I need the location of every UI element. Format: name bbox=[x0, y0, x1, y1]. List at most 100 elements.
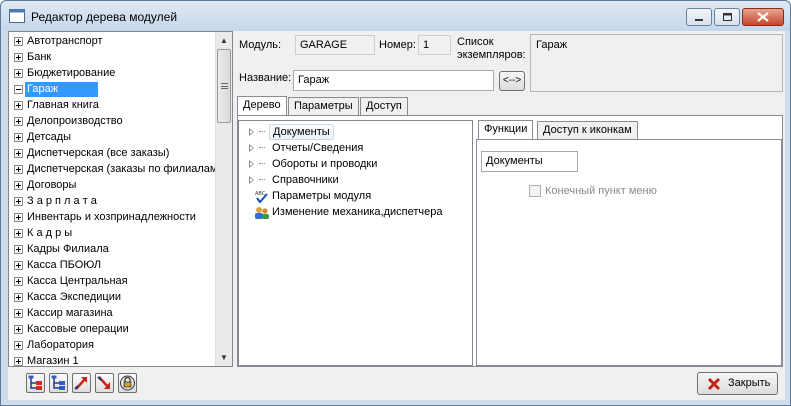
module-list-item-label: Гараж bbox=[25, 82, 99, 97]
module-list[interactable]: Автотранспорт Банк Бюджетирование Гараж Глав… bbox=[8, 31, 233, 367]
module-list-item[interactable]: Гараж bbox=[13, 82, 217, 98]
minimize-button[interactable] bbox=[686, 8, 712, 26]
module-label: Модуль: bbox=[239, 39, 282, 51]
module-list-item[interactable]: З а р п л а т а bbox=[13, 194, 217, 210]
maximize-icon bbox=[723, 13, 732, 21]
tab-functions[interactable]: Функции bbox=[478, 120, 534, 140]
expand-icon[interactable] bbox=[14, 261, 23, 270]
expand-icon[interactable] bbox=[14, 309, 23, 318]
swap-button[interactable]: <--> bbox=[499, 71, 525, 91]
scroll-down-icon[interactable]: ▼ bbox=[216, 349, 232, 366]
tree-node[interactable]: Документы bbox=[249, 124, 464, 141]
tree-node[interactable]: Изменение механика,диспетчера bbox=[249, 205, 464, 221]
module-list-item[interactable]: Кассир магазина bbox=[13, 306, 217, 322]
module-list-item[interactable]: Касса ПБОЮЛ bbox=[13, 258, 217, 274]
module-list-item[interactable]: Диспетчерская (заказы по филиалам bbox=[13, 162, 217, 178]
add-sibling-node-button[interactable] bbox=[49, 373, 68, 393]
close-button-label: Закрыть bbox=[728, 377, 771, 389]
module-list-item-label: З а р п л а т а bbox=[27, 195, 97, 207]
expand-triangle-icon[interactable] bbox=[249, 160, 254, 168]
functions-tab-page: Документы Конечный пункт меню bbox=[476, 139, 782, 366]
module-list-item[interactable]: Бюджетирование bbox=[13, 66, 217, 82]
name-label: Название: bbox=[239, 72, 292, 84]
module-list-item[interactable]: Договоры bbox=[13, 178, 217, 194]
scroll-up-icon[interactable]: ▲ bbox=[216, 32, 232, 49]
tab-icon-access[interactable]: Доступ к иконкам bbox=[537, 121, 638, 139]
window-close-button[interactable] bbox=[742, 8, 784, 26]
expand-icon[interactable] bbox=[14, 133, 23, 142]
main-window: Редактор дерева модулей Автотранспорт Бан… bbox=[0, 0, 791, 406]
function-tree[interactable]: Документы Отчеты/Сведения Обороты и провод… bbox=[238, 120, 473, 366]
expand-icon[interactable] bbox=[14, 149, 23, 158]
move-down-button[interactable] bbox=[95, 373, 114, 393]
expand-icon[interactable] bbox=[14, 197, 23, 206]
expand-icon[interactable] bbox=[14, 53, 23, 62]
expand-icon[interactable] bbox=[14, 165, 23, 174]
tree-node[interactable]: Справочники bbox=[249, 173, 464, 189]
module-list-item[interactable]: К а д р ы bbox=[13, 226, 217, 242]
expand-icon[interactable] bbox=[14, 277, 23, 286]
tree-node[interactable]: Обороты и проводки bbox=[249, 157, 464, 173]
module-list-item[interactable]: Магазин 1 bbox=[13, 354, 217, 366]
module-list-item[interactable]: Кассовые операции bbox=[13, 322, 217, 338]
expand-icon[interactable] bbox=[14, 117, 23, 126]
module-list-item-label: Главная книга bbox=[27, 99, 99, 111]
module-list-item[interactable]: Детсады bbox=[13, 130, 217, 146]
module-list-item[interactable]: Автотранспорт bbox=[13, 34, 217, 50]
maximize-button[interactable] bbox=[714, 8, 740, 26]
module-list-item-label: Автотранспорт bbox=[27, 35, 103, 47]
module-list-items: Автотранспорт Банк Бюджетирование Гараж Глав… bbox=[9, 32, 217, 366]
arrow-up-right-icon bbox=[74, 377, 87, 390]
client-area: Автотранспорт Банк Бюджетирование Гараж Глав… bbox=[8, 31, 785, 400]
expand-triangle-icon[interactable] bbox=[249, 144, 254, 152]
module-list-item[interactable]: Банк bbox=[13, 50, 217, 66]
expand-icon[interactable] bbox=[14, 325, 23, 334]
tab-access[interactable]: Доступ bbox=[360, 97, 408, 115]
add-child-node-button[interactable] bbox=[26, 373, 45, 393]
tree-node-label: Документы bbox=[269, 124, 334, 140]
app-window-icon bbox=[9, 9, 25, 23]
grip-icon bbox=[221, 83, 228, 89]
tree-node[interactable]: Отчеты/Сведения bbox=[249, 141, 464, 157]
expand-triangle-icon[interactable] bbox=[249, 128, 254, 136]
scroll-thumb[interactable] bbox=[217, 49, 231, 123]
instances-list[interactable]: Гараж bbox=[530, 34, 783, 92]
module-list-scrollbar[interactable]: ▲ ▼ bbox=[215, 32, 232, 366]
lock-icon bbox=[120, 375, 135, 391]
expand-icon[interactable] bbox=[14, 101, 23, 110]
expand-icon[interactable] bbox=[14, 341, 23, 350]
expand-icon[interactable] bbox=[14, 69, 23, 78]
module-list-item[interactable]: Касса Экспедиции bbox=[13, 290, 217, 306]
close-button[interactable]: Закрыть bbox=[697, 372, 778, 395]
instance-item[interactable]: Гараж bbox=[536, 39, 567, 51]
module-list-item-label: Магазин 1 bbox=[27, 355, 79, 366]
function-name-field[interactable]: Документы bbox=[481, 151, 578, 172]
expand-icon[interactable] bbox=[14, 293, 23, 302]
tree-node[interactable]: ABC Параметры модуля bbox=[249, 189, 464, 205]
module-code-field: GARAGE bbox=[295, 35, 375, 55]
expand-icon[interactable] bbox=[14, 357, 23, 366]
module-list-item[interactable]: Кадры Филиала bbox=[13, 242, 217, 258]
tab-tree[interactable]: Дерево bbox=[237, 96, 287, 116]
name-input[interactable]: Гараж bbox=[293, 70, 494, 91]
module-list-item[interactable]: Делопроизводство bbox=[13, 114, 217, 130]
lock-button[interactable] bbox=[118, 373, 137, 393]
expand-triangle-icon[interactable] bbox=[249, 176, 254, 184]
module-list-item[interactable]: Касса Центральная bbox=[13, 274, 217, 290]
expand-icon[interactable] bbox=[14, 37, 23, 46]
endpoint-checkbox[interactable] bbox=[529, 185, 541, 197]
module-list-item[interactable]: Диспетчерская (все заказы) bbox=[13, 146, 217, 162]
module-list-item-label: Делопроизводство bbox=[27, 115, 123, 127]
expand-icon[interactable] bbox=[14, 181, 23, 190]
move-up-button[interactable] bbox=[72, 373, 91, 393]
expand-icon[interactable] bbox=[14, 229, 23, 238]
arrow-down-right-icon bbox=[97, 376, 110, 389]
module-list-item[interactable]: Инвентарь и хозпринадлежности bbox=[13, 210, 217, 226]
tab-parameters[interactable]: Параметры bbox=[288, 97, 359, 115]
module-list-item[interactable]: Главная книга bbox=[13, 98, 217, 114]
tree-connector bbox=[259, 147, 265, 148]
expand-icon[interactable] bbox=[14, 245, 23, 254]
collapse-icon[interactable] bbox=[14, 85, 23, 94]
expand-icon[interactable] bbox=[14, 213, 23, 222]
module-list-item[interactable]: Лаборатория bbox=[13, 338, 217, 354]
